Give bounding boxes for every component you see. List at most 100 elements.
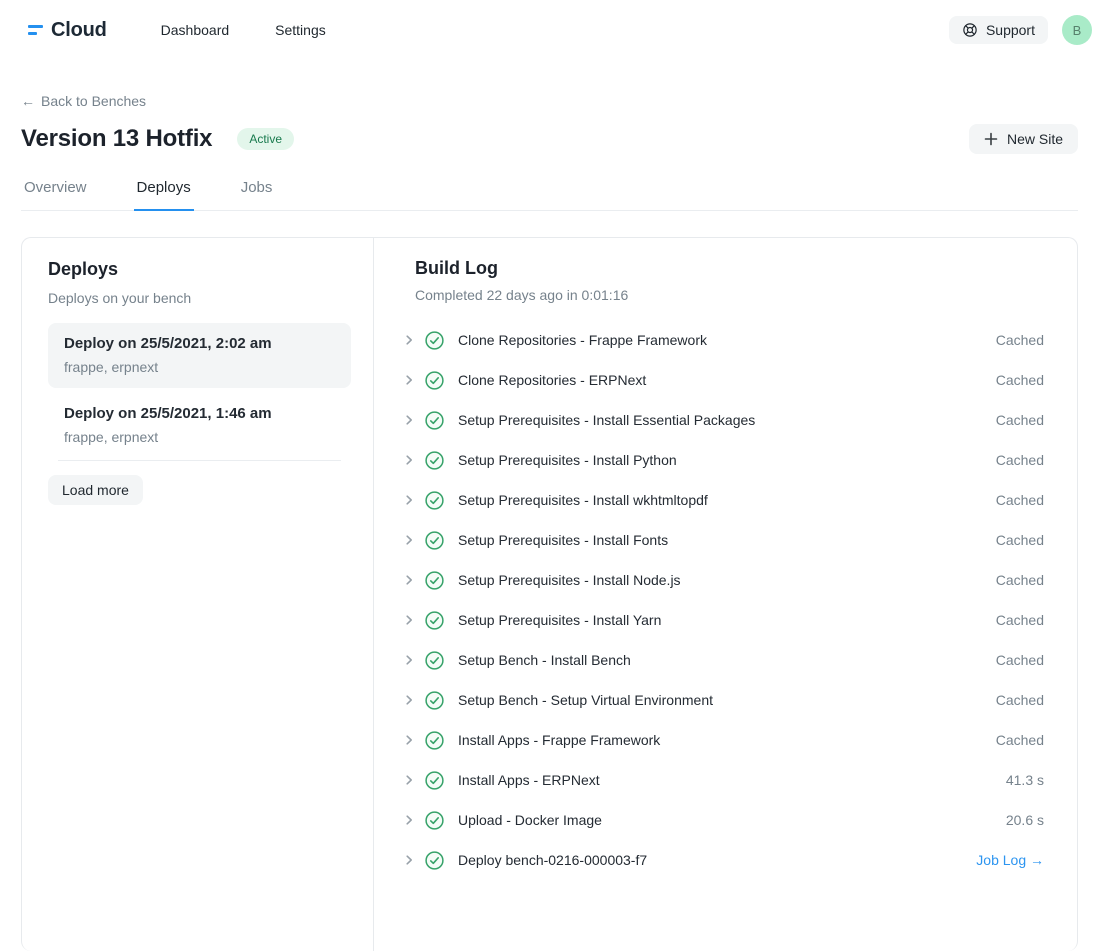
chevron-right-icon[interactable]	[402, 853, 416, 867]
build-step-row[interactable]: Setup Bench - Install Bench Cached	[402, 640, 1044, 680]
life-buoy-icon	[962, 22, 978, 38]
deploys-panel-title: Deploys	[48, 259, 351, 280]
chevron-right-icon[interactable]	[402, 333, 416, 347]
build-step-label: Install Apps - Frappe Framework	[458, 732, 660, 748]
build-step-status: Cached	[996, 732, 1044, 748]
chevron-right-icon[interactable]	[402, 693, 416, 707]
build-step-status: Cached	[996, 412, 1044, 428]
job-log-link[interactable]: Job Log →	[976, 852, 1044, 868]
deploy-item-title: Deploy on 25/5/2021, 1:46 am	[64, 405, 335, 422]
build-step-row[interactable]: Setup Prerequisites - Install Python Cac…	[402, 440, 1044, 480]
build-step-status: Cached	[996, 572, 1044, 588]
build-step-row[interactable]: Upload - Docker Image 20.6 s	[402, 800, 1044, 840]
back-arrow-icon: ←	[21, 93, 35, 109]
build-step-label: Install Apps - ERPNext	[458, 772, 600, 788]
tab-bar: Overview Deploys Jobs	[21, 179, 1078, 211]
check-circle-icon	[425, 531, 444, 550]
build-step-row[interactable]: Install Apps - Frappe Framework Cached	[402, 720, 1044, 760]
build-step-status: Cached	[996, 692, 1044, 708]
check-circle-icon	[425, 731, 444, 750]
check-circle-icon	[425, 811, 444, 830]
new-site-label: New Site	[1007, 131, 1063, 147]
tab-deploys[interactable]: Deploys	[134, 179, 194, 211]
build-step-status: Cached	[996, 612, 1044, 628]
build-log-title: Build Log	[415, 258, 1044, 279]
tab-overview[interactable]: Overview	[21, 179, 90, 211]
build-step-row[interactable]: Install Apps - ERPNext 41.3 s	[402, 760, 1044, 800]
build-step-row[interactable]: Setup Prerequisites - Install Node.js Ca…	[402, 560, 1044, 600]
build-step-row[interactable]: Setup Prerequisites - Install Yarn Cache…	[402, 600, 1044, 640]
chevron-right-icon[interactable]	[402, 413, 416, 427]
tab-jobs[interactable]: Jobs	[238, 179, 276, 211]
build-step-row[interactable]: Clone Repositories - ERPNext Cached	[402, 360, 1044, 400]
page-title: Version 13 Hotfix	[21, 125, 212, 153]
chevron-right-icon[interactable]	[402, 773, 416, 787]
build-step-label: Clone Repositories - ERPNext	[458, 372, 646, 388]
deploy-list-item[interactable]: Deploy on 25/5/2021, 1:46 am frappe, erp…	[48, 393, 351, 458]
deploy-item-apps: frappe, erpnext	[64, 359, 335, 375]
chevron-right-icon[interactable]	[402, 573, 416, 587]
chevron-right-icon[interactable]	[402, 453, 416, 467]
bench-detail-card: Deploys Deploys on your bench Deploy on …	[21, 237, 1078, 951]
frappe-cloud-logo[interactable]: Cloud	[28, 19, 107, 42]
nav-item-settings[interactable]: Settings	[275, 22, 326, 38]
build-log-header: Build Log Completed 22 days ago in 0:01:…	[415, 258, 1044, 303]
frappe-logo-icon	[28, 24, 43, 39]
build-step-label: Setup Bench - Install Bench	[458, 652, 631, 668]
build-step-row[interactable]: Setup Prerequisites - Install Fonts Cach…	[402, 520, 1044, 560]
build-step-label: Upload - Docker Image	[458, 812, 602, 828]
plus-icon	[984, 132, 998, 146]
build-log-steps: Clone Repositories - Frappe Framework Ca…	[402, 320, 1044, 880]
new-site-button[interactable]: New Site	[969, 124, 1078, 154]
check-circle-icon	[425, 611, 444, 630]
check-circle-icon	[425, 571, 444, 590]
build-step-status: 41.3 s	[1006, 772, 1044, 788]
build-step-status: Cached	[996, 372, 1044, 388]
check-circle-icon	[425, 771, 444, 790]
page-container: ← Back to Benches Version 13 Hotfix Acti…	[21, 60, 1078, 951]
build-step-label: Setup Prerequisites - Install Fonts	[458, 532, 668, 548]
deploy-list-item[interactable]: Deploy on 25/5/2021, 2:02 am frappe, erp…	[48, 323, 351, 388]
chevron-right-icon[interactable]	[402, 613, 416, 627]
top-nav: Dashboard Settings	[161, 22, 326, 38]
build-step-status: Cached	[996, 332, 1044, 348]
build-step-row[interactable]: Setup Prerequisites - Install Essential …	[402, 400, 1044, 440]
build-step-status: 20.6 s	[1006, 812, 1044, 828]
build-step-label: Setup Prerequisites - Install wkhtmltopd…	[458, 492, 708, 508]
nav-item-dashboard[interactable]: Dashboard	[161, 22, 230, 38]
header-right: Support B	[949, 15, 1092, 45]
chevron-right-icon[interactable]	[402, 653, 416, 667]
support-button[interactable]: Support	[949, 16, 1048, 44]
check-circle-icon	[425, 331, 444, 350]
deploy-item-title: Deploy on 25/5/2021, 2:02 am	[64, 335, 335, 352]
chevron-right-icon[interactable]	[402, 733, 416, 747]
load-more-button[interactable]: Load more	[48, 475, 143, 505]
build-step-status: Cached	[996, 492, 1044, 508]
support-label: Support	[986, 22, 1035, 38]
status-badge: Active	[237, 128, 294, 150]
build-step-row[interactable]: Deploy bench-0216-000003-f7 Job Log →	[402, 840, 1044, 880]
deploy-list: Deploy on 25/5/2021, 2:02 am frappe, erp…	[48, 323, 351, 458]
chevron-right-icon[interactable]	[402, 493, 416, 507]
check-circle-icon	[425, 411, 444, 430]
deploys-panel-subtitle: Deploys on your bench	[48, 290, 351, 306]
build-step-label: Deploy bench-0216-000003-f7	[458, 852, 647, 868]
chevron-right-icon[interactable]	[402, 373, 416, 387]
build-log-subtitle: Completed 22 days ago in 0:01:16	[415, 287, 1044, 303]
build-step-label: Setup Bench - Setup Virtual Environment	[458, 692, 713, 708]
breadcrumb-back-to-benches[interactable]: ← Back to Benches	[21, 93, 146, 109]
deploy-list-divider	[58, 460, 341, 461]
chevron-right-icon[interactable]	[402, 813, 416, 827]
build-step-status: Cached	[996, 532, 1044, 548]
chevron-right-icon[interactable]	[402, 533, 416, 547]
build-step-row[interactable]: Setup Prerequisites - Install wkhtmltopd…	[402, 480, 1044, 520]
check-circle-icon	[425, 651, 444, 670]
build-step-row[interactable]: Clone Repositories - Frappe Framework Ca…	[402, 320, 1044, 360]
build-step-row[interactable]: Setup Bench - Setup Virtual Environment …	[402, 680, 1044, 720]
check-circle-icon	[425, 851, 444, 870]
build-step-label: Setup Prerequisites - Install Essential …	[458, 412, 755, 428]
title-row: Version 13 Hotfix Active New Site	[21, 124, 1078, 154]
avatar[interactable]: B	[1062, 15, 1092, 45]
deploys-panel: Deploys Deploys on your bench Deploy on …	[22, 238, 374, 951]
deploy-item-apps: frappe, erpnext	[64, 429, 335, 445]
